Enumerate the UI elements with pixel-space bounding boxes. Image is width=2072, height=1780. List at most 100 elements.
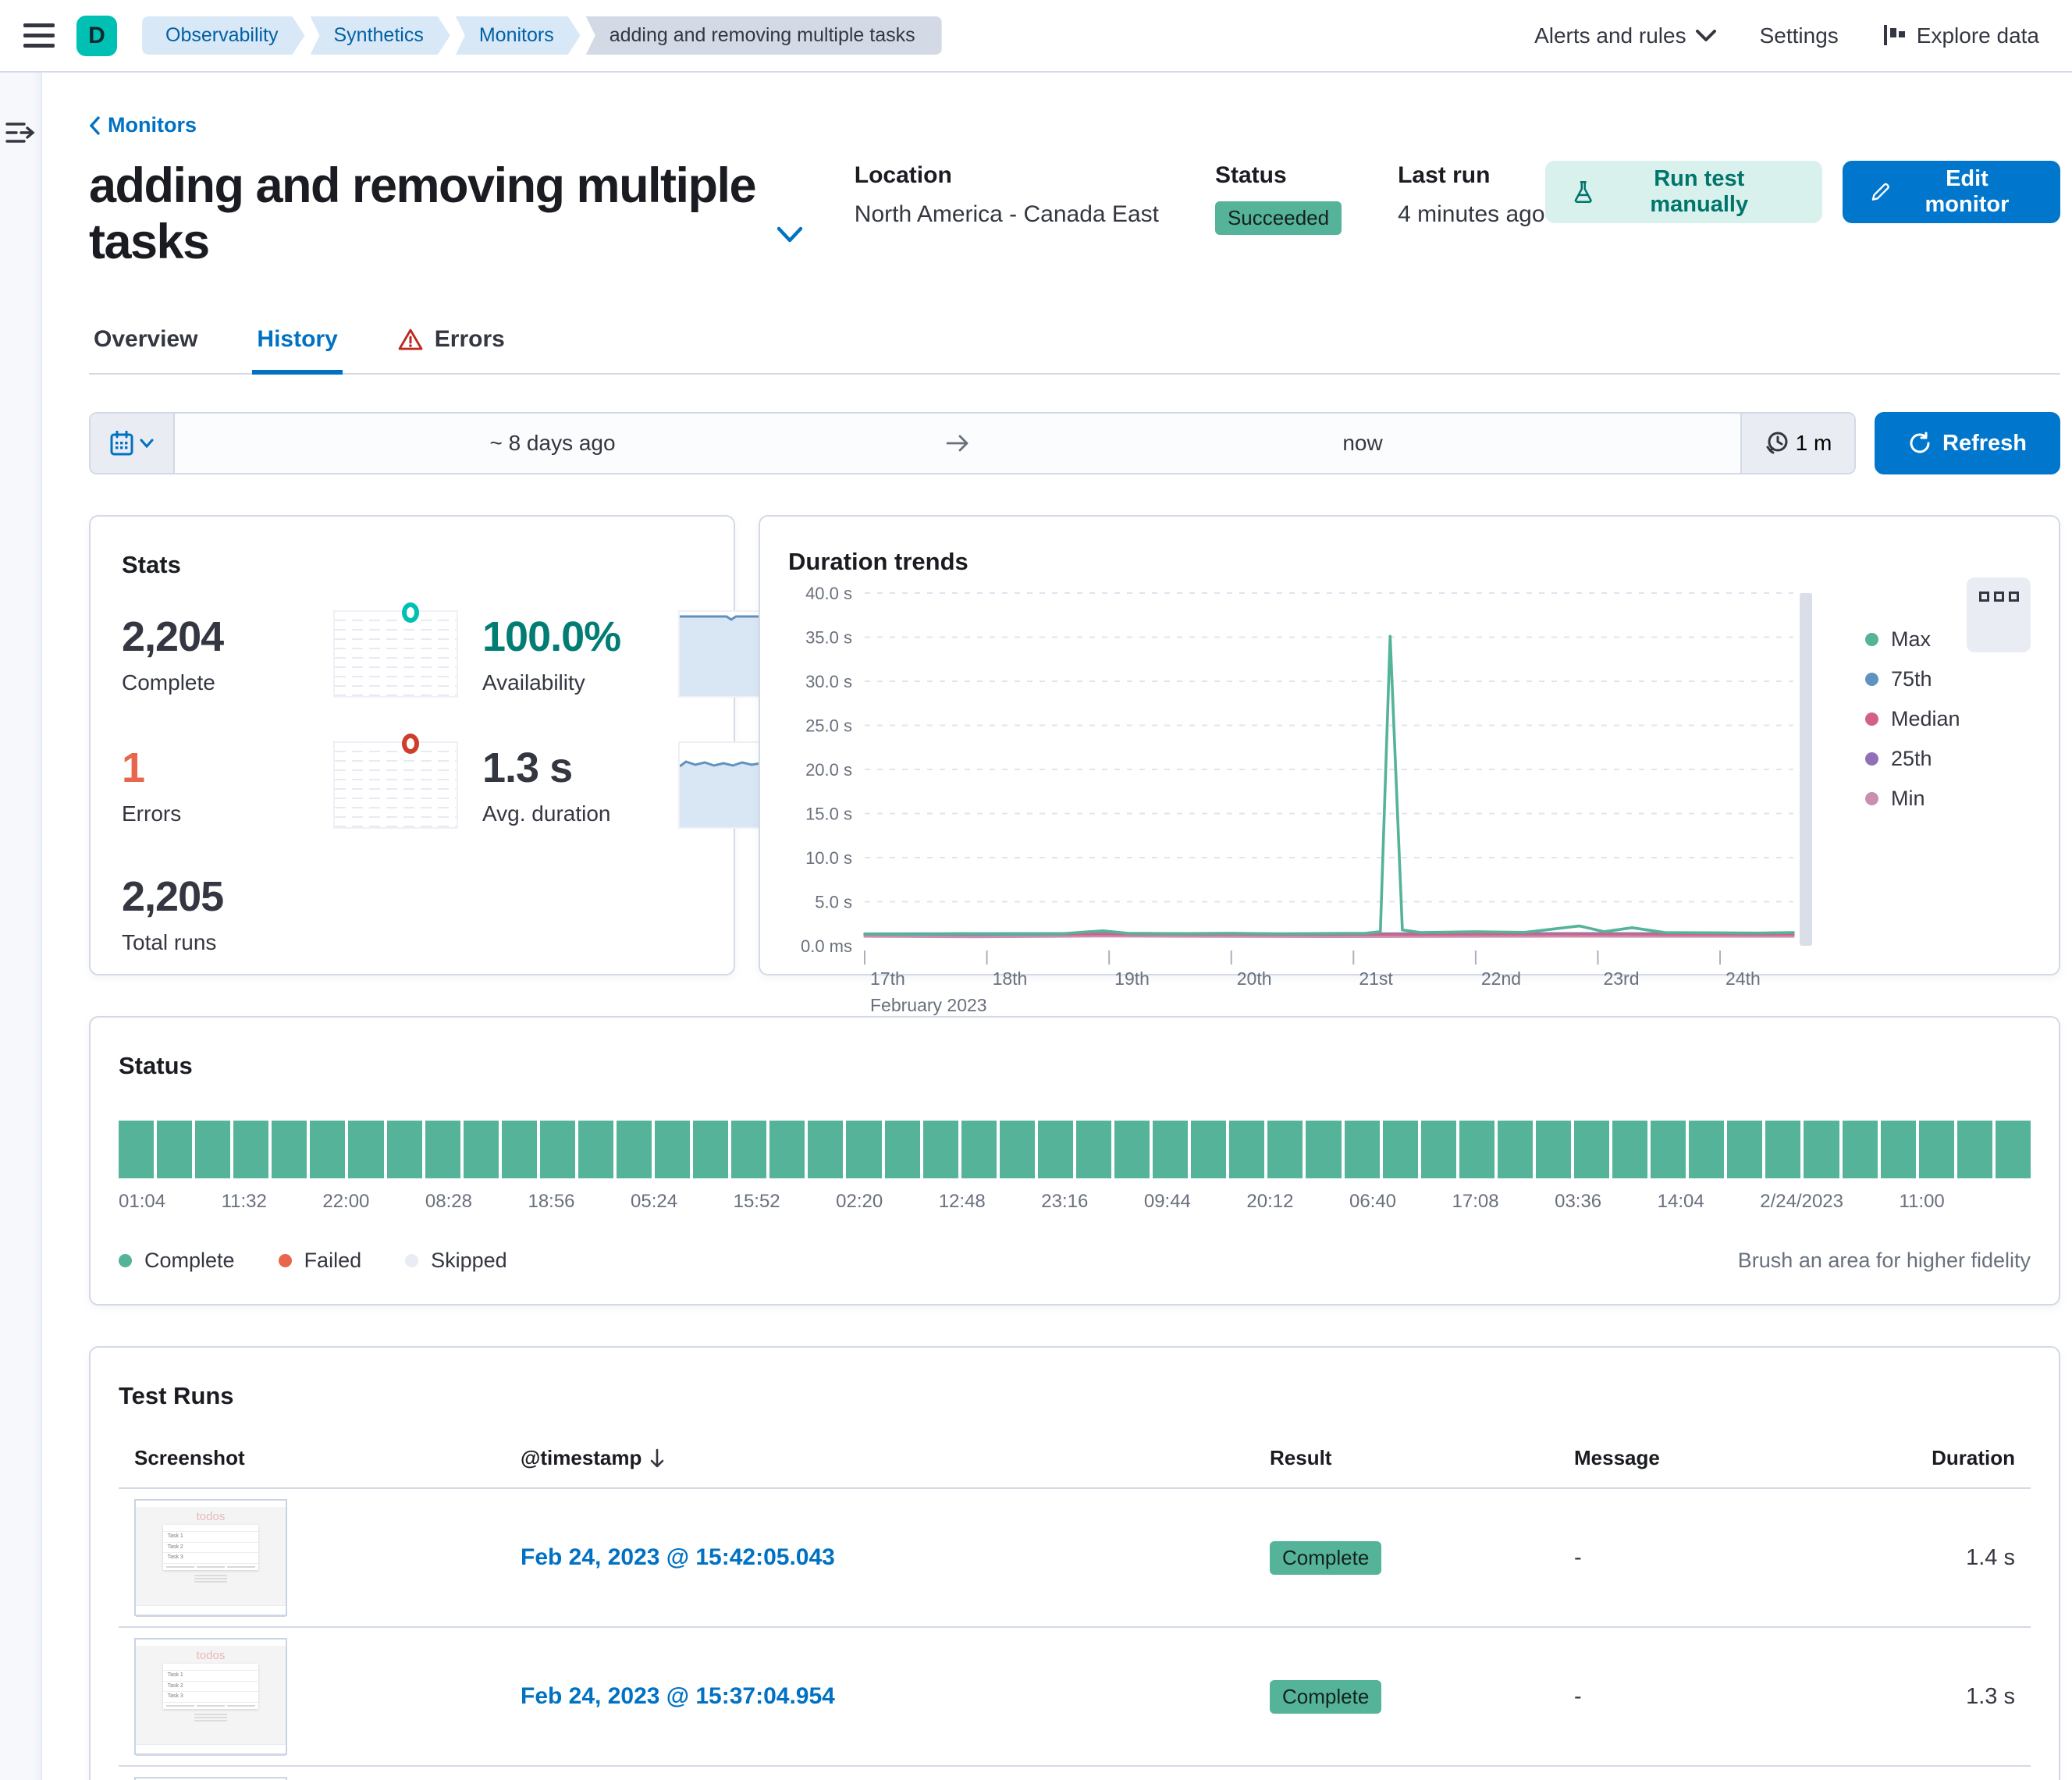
status-bar-complete[interactable]: [1498, 1121, 1533, 1178]
status-bar-complete[interactable]: [1306, 1121, 1341, 1178]
legend-item-75th[interactable]: 75th: [1865, 667, 2031, 691]
status-timeline[interactable]: [119, 1121, 2031, 1178]
test-runs-table: Screenshot @timestamp Result Message Dur…: [119, 1438, 2031, 1780]
breadcrumb-observability[interactable]: Observability: [142, 16, 305, 55]
legend-dot: [1865, 712, 1878, 726]
status-bar-complete[interactable]: [1345, 1121, 1380, 1178]
legend-dot: [1865, 792, 1878, 805]
status-bar-complete[interactable]: [425, 1121, 460, 1178]
col-duration: Duration: [1894, 1446, 2015, 1470]
status-bar-complete[interactable]: [1881, 1121, 1916, 1178]
tab-errors[interactable]: Errors: [393, 315, 510, 373]
status-bar-complete[interactable]: [1114, 1121, 1150, 1178]
status-bar-complete[interactable]: [1267, 1121, 1303, 1178]
run-timestamp-link[interactable]: Feb 24, 2023 @ 15:42:05.043: [521, 1544, 1270, 1571]
status-bar-complete[interactable]: [769, 1121, 805, 1178]
run-test-manually-button[interactable]: Run test manually: [1545, 161, 1823, 223]
status-bar-complete[interactable]: [348, 1121, 383, 1178]
edit-monitor-button[interactable]: Edit monitor: [1843, 161, 2060, 223]
status-bar-complete[interactable]: [1727, 1121, 1762, 1178]
legend-item-25th[interactable]: 25th: [1865, 747, 2031, 771]
status-bar-complete[interactable]: [1689, 1121, 1724, 1178]
back-to-monitors-link[interactable]: Monitors: [89, 113, 197, 137]
run-timestamp-link[interactable]: Feb 24, 2023 @ 15:37:04.954: [521, 1683, 1270, 1710]
legend-item-min[interactable]: Min: [1865, 787, 2031, 811]
screenshot-thumbnail[interactable]: todos Task 1 Task 2 Task 3: [134, 1638, 287, 1755]
status-badge: Succeeded: [1215, 201, 1342, 235]
status-bar-complete[interactable]: [233, 1121, 268, 1178]
status-bar-complete[interactable]: [923, 1121, 958, 1178]
status-bar-complete[interactable]: [1957, 1121, 1992, 1178]
status-bar-complete[interactable]: [310, 1121, 345, 1178]
status-bar-complete[interactable]: [961, 1121, 997, 1178]
stat-complete-label: Complete: [122, 670, 313, 695]
status-bar-complete[interactable]: [1000, 1121, 1035, 1178]
stat-availability-label: Availability: [482, 670, 658, 695]
status-bar-complete[interactable]: [731, 1121, 766, 1178]
settings-link[interactable]: Settings: [1760, 23, 1839, 48]
status-bar-complete[interactable]: [119, 1121, 154, 1178]
status-bar-complete[interactable]: [1038, 1121, 1073, 1178]
status-bar-complete[interactable]: [195, 1121, 230, 1178]
status-bar-complete[interactable]: [1804, 1121, 1839, 1178]
auto-refresh-interval[interactable]: 1 m: [1740, 414, 1854, 473]
status-bar-complete[interactable]: [464, 1121, 499, 1178]
status-bar-complete[interactable]: [502, 1121, 537, 1178]
status-bar-complete[interactable]: [1421, 1121, 1456, 1178]
alerts-and-rules-menu[interactable]: Alerts and rules: [1534, 23, 1716, 48]
menu-icon[interactable]: [23, 18, 59, 54]
time-range-start[interactable]: ~ 8 days ago: [175, 414, 930, 473]
screenshot-thumbnail[interactable]: todos Task 1 Task 2 Task 3: [134, 1777, 287, 1780]
col-timestamp-sort[interactable]: @timestamp: [521, 1446, 1270, 1470]
svg-text:40.0 s: 40.0 s: [805, 584, 852, 603]
time-range-end[interactable]: now: [985, 414, 1740, 473]
legend-item-median[interactable]: Median: [1865, 707, 2031, 731]
status-bar-complete[interactable]: [272, 1121, 307, 1178]
monitor-select-chevron-icon[interactable]: [777, 226, 803, 243]
thumb-task: Task 1: [163, 1671, 259, 1681]
legend-label: Failed: [304, 1249, 362, 1273]
status-bar-complete[interactable]: [1843, 1121, 1878, 1178]
status-x-label: 11:32: [222, 1191, 267, 1213]
status-bar-complete[interactable]: [157, 1121, 192, 1178]
tab-overview[interactable]: Overview: [89, 315, 202, 373]
duration-trends-chart[interactable]: 0.0 ms5.0 s10.0 s15.0 s20.0 s25.0 s30.0 …: [788, 579, 1865, 1020]
errors-sparkline: [333, 741, 458, 829]
status-bar-complete[interactable]: [1919, 1121, 1954, 1178]
status-bar-complete[interactable]: [1191, 1121, 1226, 1178]
status-bar-complete[interactable]: [808, 1121, 843, 1178]
status-bar-complete[interactable]: [1651, 1121, 1686, 1178]
refresh-button[interactable]: Refresh: [1875, 412, 2060, 474]
settings-label: Settings: [1760, 23, 1839, 48]
status-bar-complete[interactable]: [1574, 1121, 1609, 1178]
status-bar-complete[interactable]: [387, 1121, 422, 1178]
expand-sidebar-icon[interactable]: [5, 121, 35, 144]
status-bar-complete[interactable]: [1612, 1121, 1647, 1178]
chart-legend-settings-icon[interactable]: [1967, 577, 2031, 652]
breadcrumb-monitors[interactable]: Monitors: [456, 16, 581, 55]
date-picker-quick-menu[interactable]: [91, 414, 175, 473]
status-bar-complete[interactable]: [1153, 1121, 1188, 1178]
status-bar-complete[interactable]: [1076, 1121, 1111, 1178]
status-bar-complete[interactable]: [1229, 1121, 1264, 1178]
status-bar-complete[interactable]: [578, 1121, 613, 1178]
status-bar-complete[interactable]: [885, 1121, 920, 1178]
status-bar-complete[interactable]: [1536, 1121, 1571, 1178]
status-bar-complete[interactable]: [693, 1121, 728, 1178]
breadcrumb-synthetics[interactable]: Synthetics: [311, 16, 450, 55]
status-bar-complete[interactable]: [617, 1121, 652, 1178]
status-bar-complete[interactable]: [540, 1121, 575, 1178]
avatar[interactable]: D: [76, 16, 117, 56]
svg-text:30.0 s: 30.0 s: [805, 672, 852, 691]
status-bar-complete[interactable]: [1459, 1121, 1494, 1178]
svg-text:20th: 20th: [1237, 968, 1272, 989]
status-bar-complete[interactable]: [846, 1121, 881, 1178]
stat-availability-value: 100.0%: [482, 613, 658, 661]
status-bar-complete[interactable]: [1996, 1121, 2031, 1178]
status-bar-complete[interactable]: [655, 1121, 690, 1178]
explore-data-link[interactable]: Explore data: [1882, 23, 2039, 48]
screenshot-thumbnail[interactable]: todos Task 1 Task 2 Task 3: [134, 1499, 287, 1616]
status-bar-complete[interactable]: [1765, 1121, 1800, 1178]
tab-history[interactable]: History: [252, 315, 342, 373]
status-bar-complete[interactable]: [1383, 1121, 1418, 1178]
